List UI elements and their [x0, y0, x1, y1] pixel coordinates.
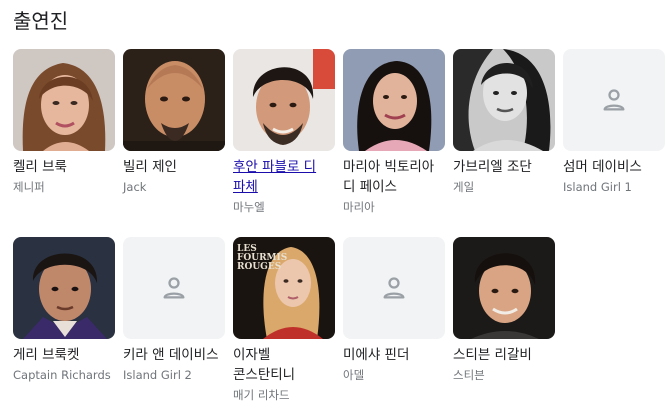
- portrait-image: [453, 237, 555, 339]
- person-icon: [603, 89, 625, 111]
- cast-photo[interactable]: [343, 49, 445, 151]
- cast-name[interactable]: 이자벨 콘스탄티니: [233, 345, 335, 385]
- cast-card-steven-rigalbi[interactable]: 스티븐 리갈비 스티븐: [453, 237, 555, 383]
- cast-role: 마리아: [343, 200, 375, 214]
- cast-name[interactable]: 스티븐 리갈비: [453, 345, 555, 365]
- cast-card-gary-brockette[interactable]: 게리 브룩켓 Captain Richards: [13, 237, 115, 383]
- portrait-image: [233, 49, 335, 151]
- cast-name[interactable]: 게리 브룩켓: [13, 345, 115, 365]
- cast-card-isabelle-constantini[interactable]: LES FOURMIS ROUGES 이자벨 콘스탄티니 매기 리차드: [233, 237, 335, 403]
- portrait-image: [13, 49, 115, 151]
- portrait-image: [123, 49, 225, 151]
- cast-name[interactable]: 키라 앤 데이비스: [123, 345, 225, 365]
- cast-role: 마누엘: [233, 200, 265, 214]
- cast-photo[interactable]: LES FOURMIS ROUGES: [233, 237, 335, 339]
- cast-card-kelly-brook[interactable]: 켈리 브룩 제니퍼: [13, 49, 115, 195]
- portrait-image: [13, 237, 115, 339]
- person-icon: [383, 277, 405, 299]
- cast-role: 아델: [343, 368, 365, 382]
- cast-name[interactable]: 섬머 데이비스: [563, 157, 665, 177]
- cast-role: Captain Richards: [13, 368, 111, 382]
- cast-name-link[interactable]: 후안 파블로 디 파체: [233, 157, 335, 197]
- cast-photo[interactable]: [233, 49, 335, 151]
- cast-photo-placeholder[interactable]: [343, 237, 445, 339]
- section-title: 출연진: [13, 9, 69, 33]
- cast-photo[interactable]: [13, 49, 115, 151]
- cast-role: 스티븐: [453, 368, 485, 382]
- cast-name[interactable]: 가브리엘 조단: [453, 157, 555, 177]
- cast-card-kira-ann-davis[interactable]: 키라 앤 데이비스 Island Girl 2: [123, 237, 225, 383]
- cast-photo-placeholder[interactable]: [123, 237, 225, 339]
- cast-name[interactable]: 미에샤 핀더: [343, 345, 445, 365]
- cast-role: Jack: [123, 180, 147, 194]
- cast-card-summer-davis[interactable]: 섬머 데이비스 Island Girl 1: [563, 49, 665, 195]
- cast-photo[interactable]: [123, 49, 225, 151]
- cast-role: 제니퍼: [13, 180, 45, 194]
- cast-name[interactable]: 켈리 브룩: [13, 157, 115, 177]
- cast-photo-placeholder[interactable]: [563, 49, 665, 151]
- cast-role: 매기 리차드: [233, 388, 290, 402]
- portrait-image: [343, 49, 445, 151]
- cast-card-billy-zane[interactable]: 빌리 제인 Jack: [123, 49, 225, 195]
- portrait-image: [453, 49, 555, 151]
- cast-photo[interactable]: [13, 237, 115, 339]
- cast-name[interactable]: 빌리 제인: [123, 157, 225, 177]
- person-icon: [163, 277, 185, 299]
- cast-card-maria-victoria-di-pace[interactable]: 마리아 빅토리아 디 페이스 마리아: [343, 49, 445, 215]
- cast-name[interactable]: 마리아 빅토리아 디 페이스: [343, 157, 445, 197]
- cast-role: 게일: [453, 180, 475, 194]
- cast-role: Island Girl 1: [563, 180, 632, 194]
- cast-card-miesha-pinder[interactable]: 미에샤 핀더 아델: [343, 237, 445, 383]
- poster-text: ROUGES: [237, 262, 282, 272]
- cast-photo[interactable]: [453, 237, 555, 339]
- cast-photo[interactable]: [453, 49, 555, 151]
- cast-card-juan-pablo-di-pace[interactable]: 후안 파블로 디 파체 마누엘: [233, 49, 335, 215]
- cast-card-gabrielle-jordan[interactable]: 가브리엘 조단 게일: [453, 49, 555, 195]
- cast-role: Island Girl 2: [123, 368, 192, 382]
